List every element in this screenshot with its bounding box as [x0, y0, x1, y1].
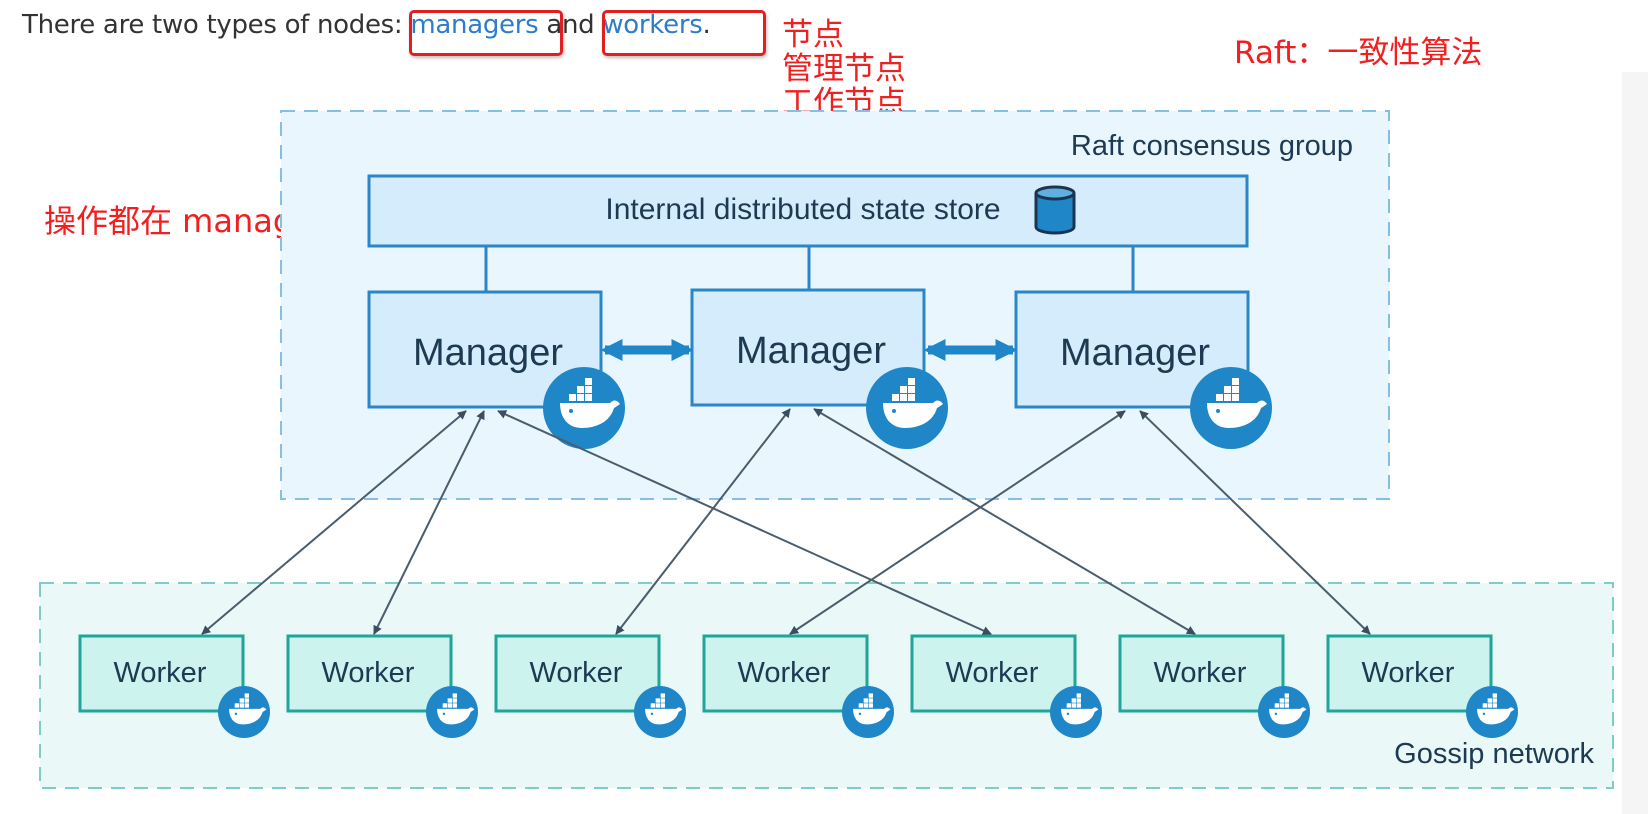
- swarm-architecture-diagram: Raft consensus group Internal distribute…: [39, 110, 1614, 789]
- database-icon: [1034, 185, 1076, 235]
- worker-label: Worker: [1154, 657, 1247, 689]
- docker-whale-icon: [426, 686, 478, 738]
- worker-label: Worker: [114, 657, 207, 689]
- worker-label: Worker: [946, 657, 1039, 689]
- manager-label: Manager: [413, 332, 563, 374]
- worker-label: Worker: [1362, 657, 1455, 689]
- worker-label: Worker: [322, 657, 415, 689]
- manager-label: Manager: [736, 330, 886, 372]
- docker-whale-icon: [866, 367, 948, 449]
- docker-whale-icon: [1050, 686, 1102, 738]
- docker-whale-icon: [218, 686, 270, 738]
- gossip-network-label: Gossip network: [1394, 738, 1594, 770]
- worker-label: Worker: [530, 657, 623, 689]
- worker-label: Worker: [738, 657, 831, 689]
- raft-group-label: Raft consensus group: [1071, 130, 1353, 162]
- docker-whale-icon: [1466, 686, 1518, 738]
- manager-label: Manager: [1060, 332, 1210, 374]
- docker-whale-icon: [1258, 686, 1310, 738]
- docker-whale-icon: [634, 686, 686, 738]
- state-store-label: Internal distributed state store: [605, 193, 1000, 226]
- docker-whale-icon: [1190, 367, 1272, 449]
- docker-whale-icon: [842, 686, 894, 738]
